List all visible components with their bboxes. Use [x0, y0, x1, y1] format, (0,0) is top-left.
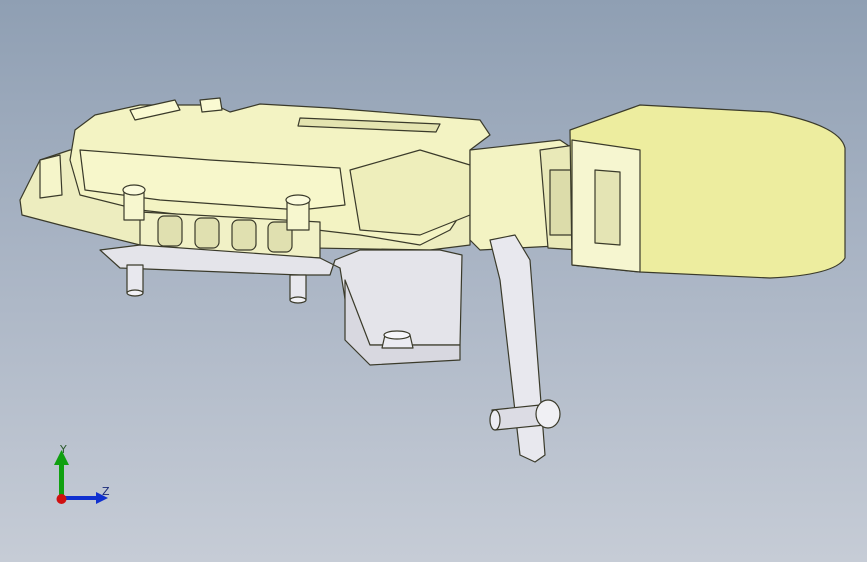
arm-nut	[535, 399, 561, 429]
z-axis-icon	[62, 496, 98, 500]
axis-triad	[54, 450, 108, 504]
flange-clip	[39, 154, 63, 199]
lower-bracket[interactable]	[99, 244, 463, 346]
bolt-bracket[interactable]	[381, 330, 414, 349]
z-axis-label: Z	[102, 485, 110, 498]
arm-pin-end	[489, 409, 501, 431]
assembly-model[interactable]	[19, 97, 846, 463]
x-axis-icon	[56, 494, 67, 504]
housing-top-tab	[199, 97, 223, 113]
connector-pins	[549, 169, 573, 236]
motor-cap-window	[594, 169, 621, 246]
cad-3d-viewport[interactable]	[0, 0, 867, 562]
y-axis-label: Y	[60, 443, 67, 456]
